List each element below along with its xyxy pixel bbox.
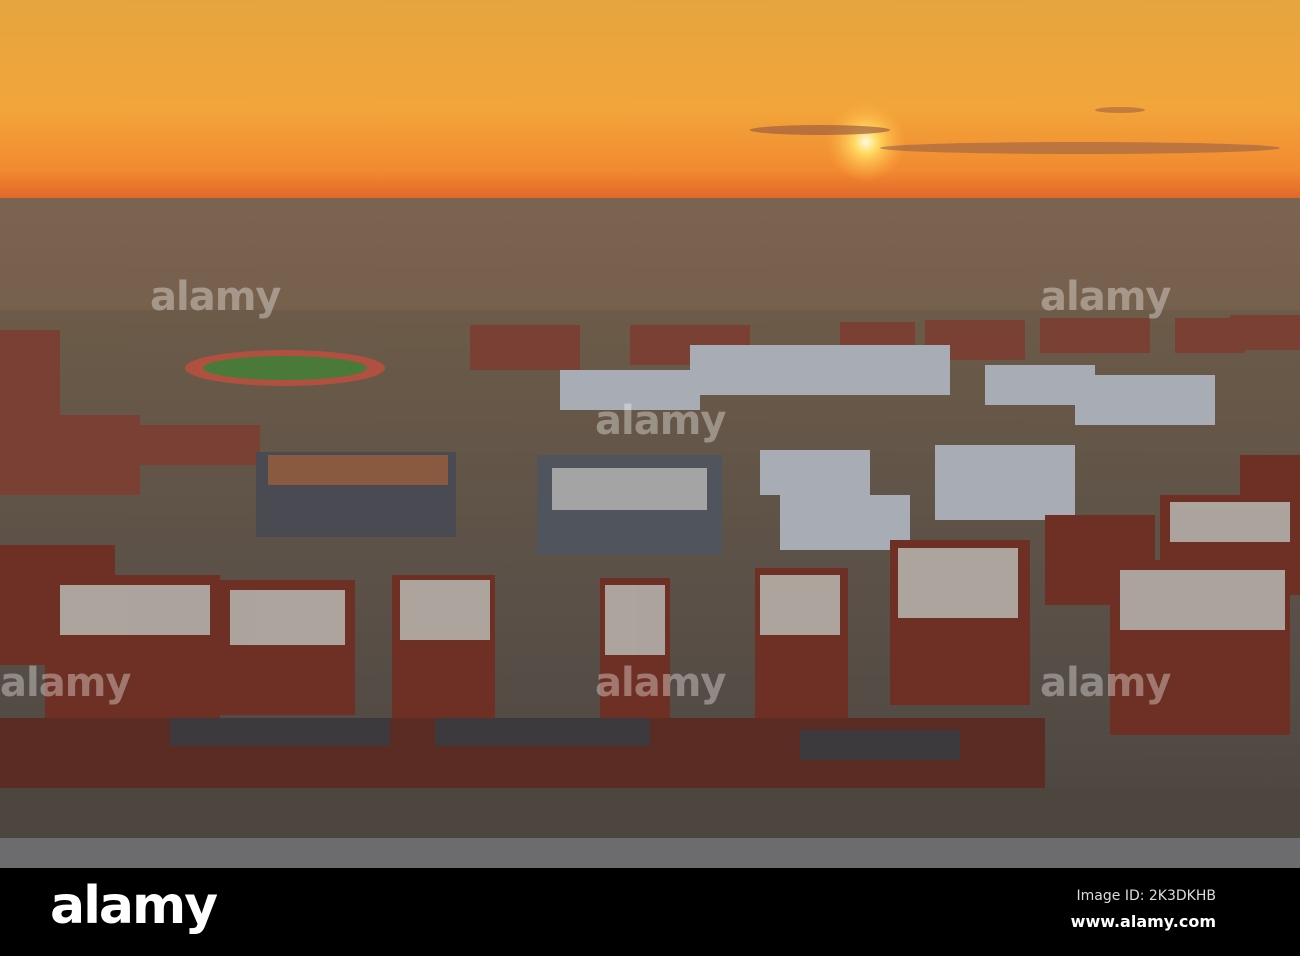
watermark-logo: alamy [0, 660, 131, 706]
sky [0, 0, 1300, 200]
watermark-logo: alamy [1040, 660, 1171, 706]
road [0, 838, 1300, 868]
watermark-logo: alamy [1040, 274, 1171, 320]
cloud [750, 125, 890, 135]
alamy-logo: alamy [50, 876, 218, 936]
sports-field [203, 356, 367, 380]
watermark-logo: alamy [595, 660, 726, 706]
watermark-logo: alamy [595, 398, 726, 444]
image-id: Image ID: 2K3DKHB [1076, 888, 1216, 904]
cloud [1095, 107, 1145, 113]
cloud [880, 142, 1280, 154]
sun [826, 102, 906, 182]
watermark-logo: alamy [150, 274, 281, 320]
footer-bar: alamy Image ID: 2K3DKHB www.alamy.com [0, 868, 1300, 956]
site-url: www.alamy.com [1070, 912, 1216, 931]
stock-photo: alamy alamy alamy alamy alamy alamy alam… [0, 0, 1300, 956]
